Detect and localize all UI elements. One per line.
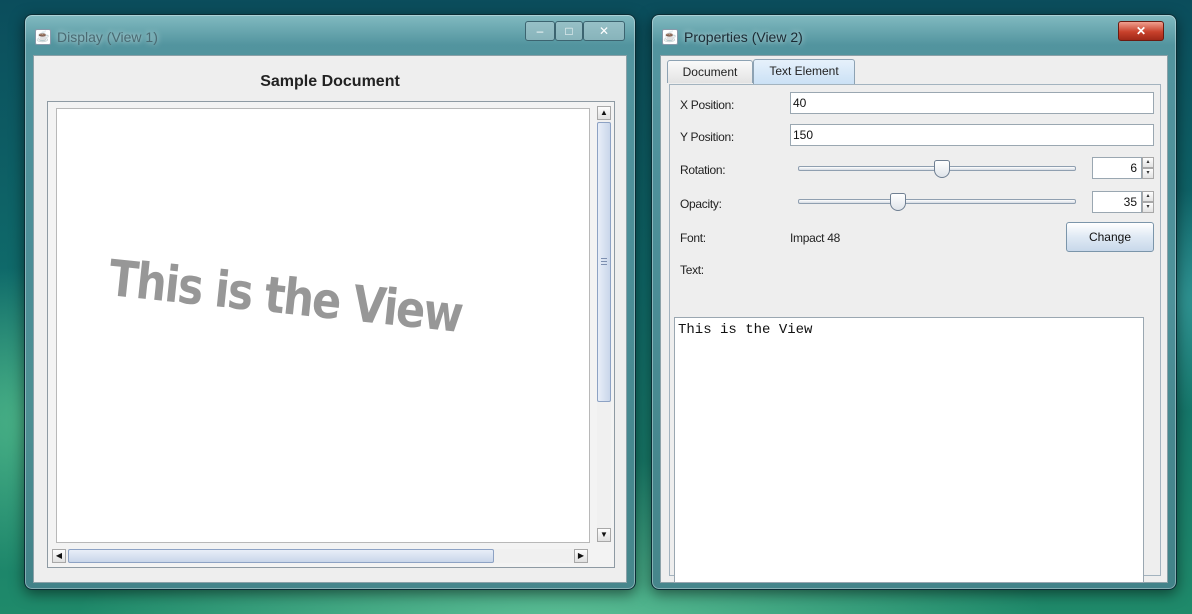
spin-up-icon[interactable]: ▴ bbox=[1142, 191, 1154, 202]
close-button[interactable]: ✕ bbox=[583, 21, 625, 41]
vertical-scroll-thumb[interactable] bbox=[597, 122, 611, 402]
y-position-field[interactable]: 150 bbox=[790, 124, 1154, 146]
tab-document[interactable]: Document bbox=[667, 60, 753, 83]
java-app-icon: ☕ bbox=[35, 29, 51, 45]
document-title: Sample Document bbox=[260, 73, 400, 90]
horizontal-scroll-thumb[interactable] bbox=[68, 549, 494, 563]
change-font-button[interactable]: Change bbox=[1066, 222, 1154, 252]
scroll-up-icon[interactable]: ▲ bbox=[597, 106, 611, 120]
spin-up-icon[interactable]: ▴ bbox=[1142, 157, 1154, 168]
vertical-scrollbar[interactable]: ▲ ▼ bbox=[597, 106, 611, 542]
opacity-spinner: 35 ▴ ▾ bbox=[1092, 191, 1154, 213]
tab-text-element[interactable]: Text Element bbox=[753, 59, 855, 84]
scroll-down-icon[interactable]: ▼ bbox=[597, 528, 611, 542]
close-button[interactable]: ✕ bbox=[1118, 21, 1164, 41]
properties-titlebar[interactable]: ☕ Properties (View 2) ✕ bbox=[660, 19, 1168, 49]
opacity-value-field[interactable]: 35 bbox=[1092, 191, 1142, 213]
rotation-spinner: 6 ▴ ▾ bbox=[1092, 157, 1154, 179]
display-window: ☕ Display (View 1) – □ ✕ Sample Document… bbox=[24, 14, 636, 590]
opacity-label: Opacity: bbox=[680, 197, 722, 211]
horizontal-scrollbar[interactable]: ◀ ▶ bbox=[52, 549, 588, 563]
canvas-text-element[interactable]: This is the View bbox=[106, 249, 465, 344]
properties-window: ☕ Properties (View 2) ✕ Document Text El… bbox=[651, 14, 1177, 590]
opacity-slider-track[interactable] bbox=[798, 199, 1076, 204]
font-value: Impact 48 bbox=[790, 231, 840, 245]
text-label: Text: bbox=[680, 263, 704, 277]
display-titlebar[interactable]: ☕ Display (View 1) – □ ✕ bbox=[33, 19, 627, 49]
display-window-title: Display (View 1) bbox=[57, 29, 158, 45]
scroll-right-icon[interactable]: ▶ bbox=[574, 549, 588, 563]
x-position-field[interactable]: 40 bbox=[790, 92, 1154, 114]
scroll-left-icon[interactable]: ◀ bbox=[52, 549, 66, 563]
display-client-area: Sample Document This is the View ▲ ▼ ◀ ▶ bbox=[33, 55, 627, 583]
java-app-icon: ☕ bbox=[662, 29, 678, 45]
properties-window-title: Properties (View 2) bbox=[684, 29, 803, 45]
properties-client-area: Document Text Element X Position: 40 Y P… bbox=[660, 55, 1168, 583]
font-label: Font: bbox=[680, 231, 706, 245]
rotation-slider-thumb[interactable] bbox=[934, 160, 951, 178]
spin-down-icon[interactable]: ▾ bbox=[1142, 202, 1154, 213]
spin-down-icon[interactable]: ▾ bbox=[1142, 168, 1154, 179]
canvas-scroll-pane: This is the View ▲ ▼ ◀ ▶ bbox=[47, 101, 615, 568]
opacity-slider-thumb[interactable] bbox=[889, 193, 906, 211]
x-position-label: X Position: bbox=[680, 98, 735, 112]
rotation-value-field[interactable]: 6 bbox=[1092, 157, 1142, 179]
rotation-label: Rotation: bbox=[680, 163, 726, 177]
minimize-button[interactable]: – bbox=[525, 21, 555, 41]
maximize-button[interactable]: □ bbox=[555, 21, 583, 41]
document-canvas[interactable]: This is the View bbox=[56, 108, 590, 543]
text-content-area[interactable]: This is the View bbox=[674, 317, 1144, 583]
y-position-label: Y Position: bbox=[680, 130, 734, 144]
